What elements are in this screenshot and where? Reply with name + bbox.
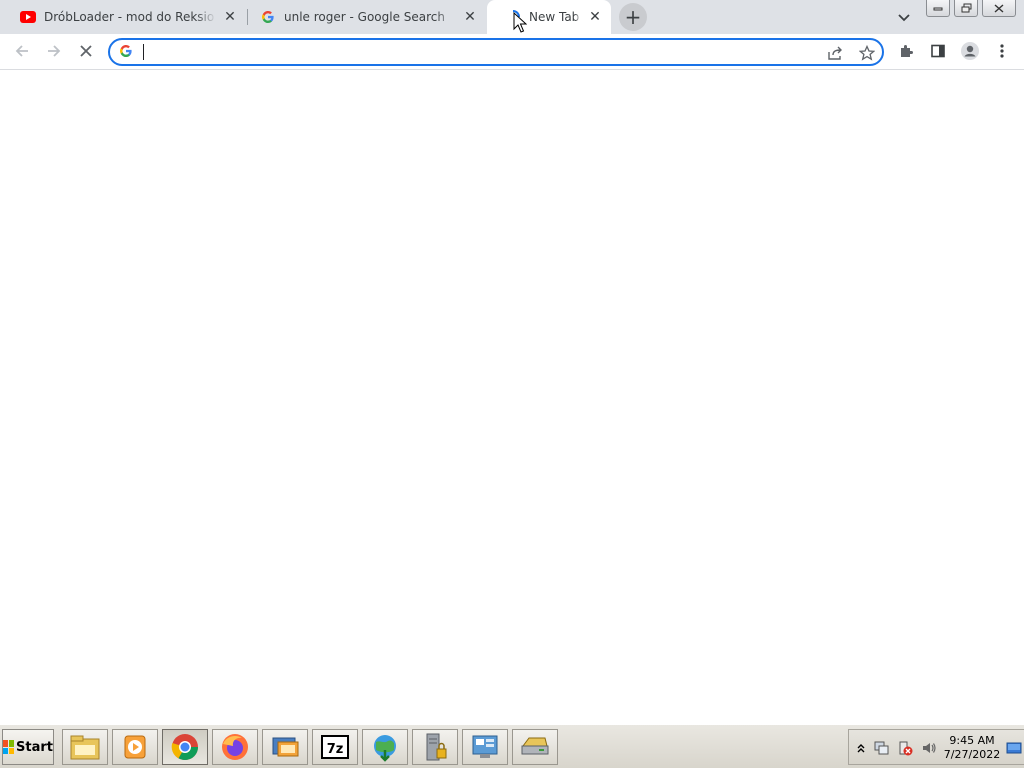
google-icon: [119, 44, 135, 60]
youtube-icon: [20, 9, 36, 25]
extensions-button[interactable]: [892, 38, 920, 66]
start-button[interactable]: Start: [2, 729, 54, 765]
windows-logo-icon: [3, 740, 15, 754]
show-desktop-icon[interactable]: [1005, 740, 1023, 756]
clock[interactable]: 9:45 AM 7/27/2022: [943, 734, 1001, 762]
tab-search-icon[interactable]: [894, 8, 914, 28]
profile-button[interactable]: [956, 38, 984, 66]
file-explorer-icon[interactable]: [62, 729, 108, 765]
close-tab-icon[interactable]: ✕: [222, 9, 238, 25]
network-icon[interactable]: [873, 740, 889, 756]
address-bar[interactable]: [108, 38, 884, 66]
forward-button[interactable]: [40, 38, 68, 66]
back-button[interactable]: [8, 38, 36, 66]
new-tab-button[interactable]: +: [619, 3, 647, 31]
show-hidden-icons-icon[interactable]: [853, 740, 869, 756]
clock-time: 9:45 AM: [949, 734, 995, 747]
taskbar: Start 7z 9:45 AM 7/27/2022: [0, 724, 1024, 768]
minimize-button[interactable]: [926, 0, 950, 17]
firefox-icon[interactable]: [212, 729, 258, 765]
puzzle-piece-icon: [898, 43, 914, 62]
start-label: Start: [16, 739, 53, 755]
stop-loading-button[interactable]: [72, 38, 100, 66]
tab-title: unle roger - Google Search: [284, 10, 446, 24]
control-panel-icon[interactable]: [462, 729, 508, 765]
clock-date: 7/27/2022: [943, 748, 1001, 761]
server-lock-icon[interactable]: [412, 729, 458, 765]
address-input[interactable]: [142, 42, 802, 62]
side-panel-button[interactable]: [924, 38, 952, 66]
browser-toolbar: [0, 34, 1024, 70]
tab-new-tab[interactable]: New Tab ✕: [487, 0, 611, 34]
tab-strip: DróbLoader - mod do Reksio i Czarodzieje…: [0, 0, 1024, 34]
back-arrow-icon: [14, 43, 30, 62]
close-tab-icon[interactable]: ✕: [587, 9, 603, 25]
tab-google-search[interactable]: unle roger - Google Search ✕: [250, 0, 486, 34]
google-icon: [260, 9, 276, 25]
browser-window: DróbLoader - mod do Reksio i Czarodzieje…: [0, 0, 1024, 724]
tab-title: New Tab: [529, 10, 580, 24]
bookmark-star-icon[interactable]: [856, 42, 878, 64]
side-panel-icon: [930, 43, 946, 62]
text-caret: [143, 44, 144, 60]
remote-desktop-icon[interactable]: [262, 729, 308, 765]
mouse-cursor-icon: [513, 11, 528, 34]
kebab-menu-icon: [1000, 43, 1004, 62]
tab-drobloader[interactable]: DróbLoader - mod do Reksio i Czarodzieje…: [0, 0, 246, 34]
window-controls: [926, 0, 1020, 18]
svg-text:7z: 7z: [327, 742, 344, 757]
tab-title: DróbLoader - mod do Reksio i Czarodzieje: [44, 10, 216, 24]
menu-button[interactable]: [988, 38, 1016, 66]
close-window-button[interactable]: [982, 0, 1016, 17]
avatar-icon: [960, 41, 980, 64]
share-icon[interactable]: [824, 42, 846, 64]
chrome-icon[interactable]: [162, 729, 208, 765]
forward-arrow-icon: [46, 43, 62, 62]
tab-divider: [247, 9, 248, 25]
volume-icon[interactable]: [921, 740, 937, 756]
system-tray: 9:45 AM 7/27/2022: [848, 729, 1024, 765]
internet-download-manager-icon[interactable]: [362, 729, 408, 765]
page-content: [0, 71, 1024, 724]
stop-icon: [79, 44, 93, 61]
close-tab-icon[interactable]: ✕: [462, 9, 478, 25]
media-player-icon[interactable]: [112, 729, 158, 765]
drive-icon[interactable]: [512, 729, 558, 765]
restore-button[interactable]: [954, 0, 978, 17]
7zip-icon[interactable]: 7z: [312, 729, 358, 765]
action-center-icon[interactable]: [897, 740, 913, 756]
